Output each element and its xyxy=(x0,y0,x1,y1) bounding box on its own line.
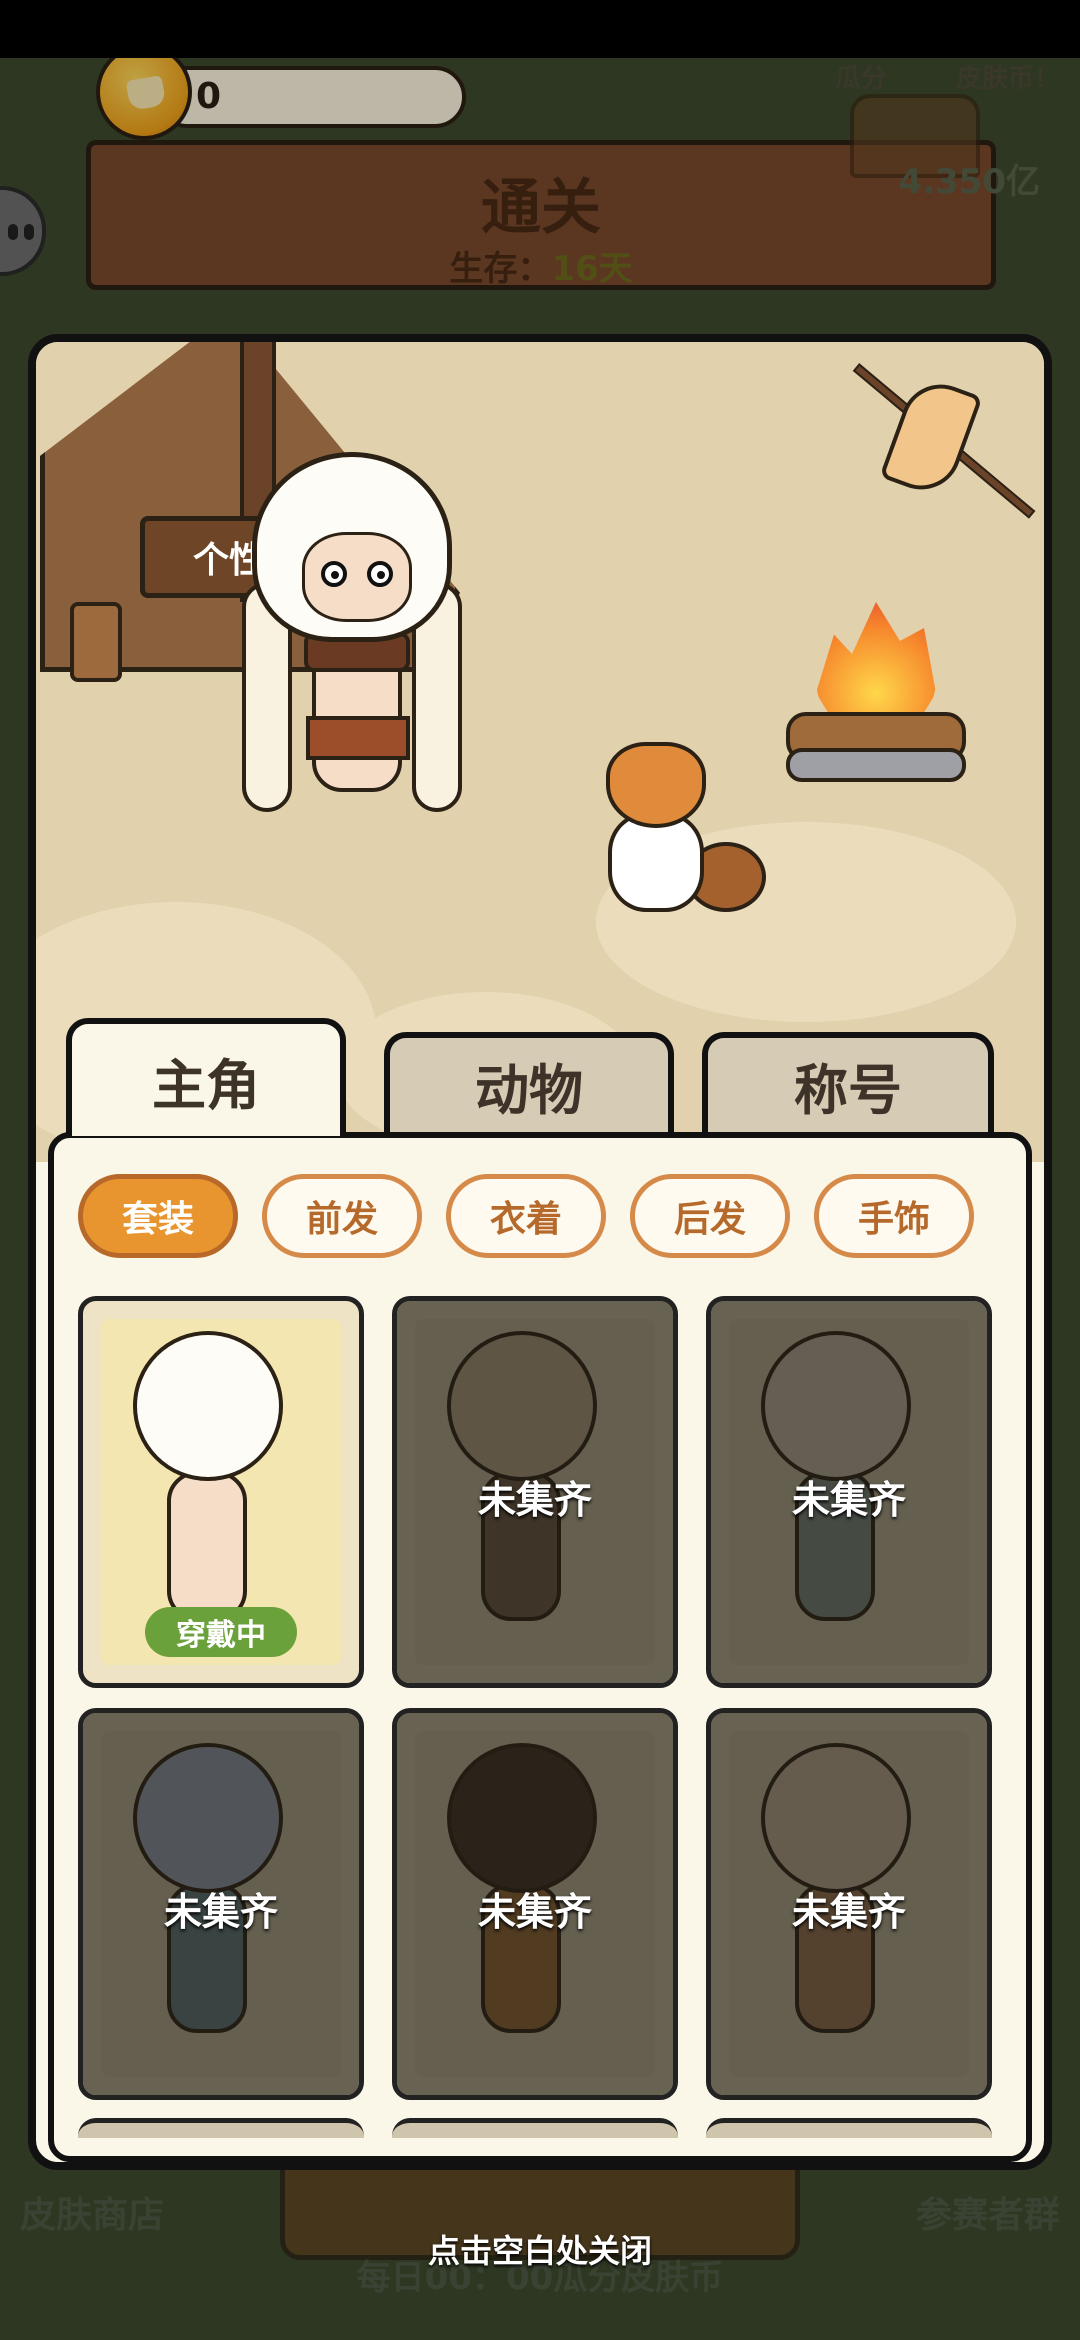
outfit-card[interactable]: 未集齐 xyxy=(706,1296,992,1688)
tab-animals[interactable]: 动物 xyxy=(384,1032,674,1132)
tab-titles[interactable]: 称号 xyxy=(702,1032,994,1132)
wearing-badge: 穿戴中 xyxy=(145,1607,297,1657)
campfire xyxy=(776,602,976,782)
locked-label: 未集齐 xyxy=(791,1890,906,1934)
filter-label: 衣着 xyxy=(489,1199,562,1240)
filter-front-hair[interactable]: 前发 xyxy=(262,1174,422,1258)
tab-animals-label: 动物 xyxy=(475,1058,583,1122)
outfit-panel: 套装 前发 衣着 后发 手饰 穿戴中 未集齐 未集齐 未集齐 未集齐 未集齐 xyxy=(48,1132,1032,2162)
tab-protagonist[interactable]: 主角 xyxy=(66,1018,346,1136)
outfit-card[interactable]: 未集齐 xyxy=(392,1708,678,2100)
filter-row: 套装 前发 衣着 后发 手饰 xyxy=(54,1174,1026,1258)
filter-outfit-set[interactable]: 套装 xyxy=(78,1174,238,1258)
outfit-preview xyxy=(123,1331,293,1631)
filter-accessory[interactable]: 手饰 xyxy=(814,1174,974,1258)
outfit-card[interactable]: 穿戴中 xyxy=(78,1296,364,1688)
outfit-card[interactable]: 未集齐 xyxy=(706,1708,992,2100)
status-bar xyxy=(0,0,1080,58)
close-hint[interactable]: 点击空白处关闭 xyxy=(0,2226,1080,2272)
fox-companion xyxy=(586,742,766,922)
filter-clothing[interactable]: 衣着 xyxy=(446,1174,606,1258)
next-row-peek xyxy=(78,2118,364,2138)
tab-titles-label: 称号 xyxy=(794,1058,902,1122)
hero-character xyxy=(232,432,482,852)
locked-label: 未集齐 xyxy=(477,1478,592,1522)
tab-protagonist-label: 主角 xyxy=(152,1053,260,1117)
filter-label: 手饰 xyxy=(857,1199,930,1240)
outfit-card[interactable]: 未集齐 xyxy=(78,1708,364,2100)
locked-label: 未集齐 xyxy=(791,1478,906,1522)
locked-label: 未集齐 xyxy=(163,1890,278,1934)
next-row-peek xyxy=(392,2118,678,2138)
customization-modal: 个性定制 主角 动物 xyxy=(28,334,1052,2170)
filter-label: 后发 xyxy=(673,1199,746,1240)
outfit-card[interactable]: 未集齐 xyxy=(392,1296,678,1688)
filter-label: 套装 xyxy=(121,1199,194,1240)
next-row-peek xyxy=(706,2118,992,2138)
filter-back-hair[interactable]: 后发 xyxy=(630,1174,790,1258)
wearing-label: 穿戴中 xyxy=(176,1618,266,1653)
filter-label: 前发 xyxy=(305,1199,378,1240)
locked-label: 未集齐 xyxy=(477,1890,592,1934)
